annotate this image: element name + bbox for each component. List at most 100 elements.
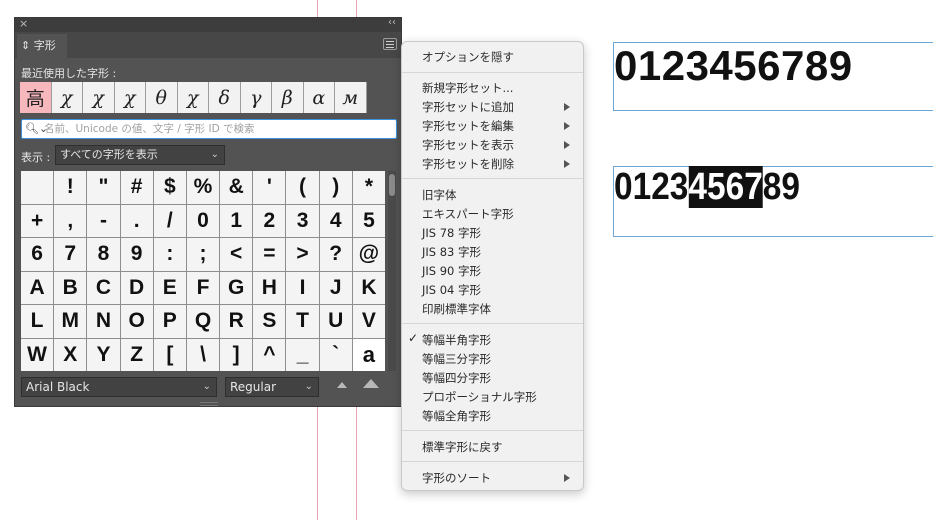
glyph-cell[interactable]: Z: [120, 338, 153, 371]
recent-glyph[interactable]: γ: [240, 82, 272, 113]
glyph-cell[interactable]: \: [186, 338, 220, 371]
text-selection[interactable]: 4567: [688, 166, 763, 208]
glyph-search-input[interactable]: [44, 120, 394, 138]
glyph-cell[interactable]: >: [286, 238, 319, 271]
menu-item-delete-set[interactable]: 字形セットを削除: [422, 156, 514, 172]
close-icon[interactable]: ×: [19, 17, 28, 30]
recent-glyph[interactable]: α: [303, 82, 335, 113]
menu-item-full-width[interactable]: 等幅全角字形: [422, 408, 491, 424]
glyph-cell[interactable]: I: [286, 271, 319, 304]
glyph-cell[interactable]: 5: [352, 204, 385, 237]
glyph-cell[interactable]: ): [319, 171, 352, 204]
menu-item-quarter-width[interactable]: 等幅四分字形: [422, 370, 491, 386]
recent-glyph[interactable]: χ: [83, 82, 115, 113]
glyph-cell[interactable]: %: [186, 171, 220, 204]
recent-glyph[interactable]: χ: [177, 82, 209, 113]
resize-grip-icon[interactable]: [200, 402, 218, 406]
glyph-cell[interactable]: [: [153, 338, 186, 371]
recent-glyph[interactable]: χ: [51, 82, 83, 113]
font-style-select[interactable]: Regular ⌄: [225, 377, 319, 397]
menu-item-jis78[interactable]: JIS 78 字形: [422, 225, 481, 241]
glyph-cell[interactable]: G: [220, 271, 253, 304]
glyph-cell[interactable]: ?: [319, 238, 352, 271]
glyph-cell[interactable]: A: [21, 271, 54, 304]
glyph-cell[interactable]: 3: [286, 204, 319, 237]
glyph-cell[interactable]: 7: [54, 238, 87, 271]
menu-item-proportional[interactable]: プロポーショナル字形: [422, 389, 537, 405]
zoom-in-icon[interactable]: [363, 379, 379, 388]
glyph-cell[interactable]: a: [352, 338, 385, 371]
glyph-cell[interactable]: 9: [120, 238, 153, 271]
glyph-cell[interactable]: 6: [21, 238, 54, 271]
glyph-cell[interactable]: ": [87, 171, 120, 204]
panel-titlebar[interactable]: × ‹‹: [15, 17, 401, 32]
menu-item-revert[interactable]: 標準字形に戻す: [422, 439, 503, 455]
glyph-cell[interactable]: /: [153, 204, 186, 237]
glyph-cell[interactable]: W: [21, 338, 54, 371]
glyph-cell[interactable]: @: [352, 238, 385, 271]
glyph-cell[interactable]: -: [87, 204, 120, 237]
recent-glyph[interactable]: м: [335, 82, 367, 113]
glyph-cell[interactable]: _: [286, 338, 319, 371]
glyph-cell[interactable]: E: [153, 271, 186, 304]
glyph-cell[interactable]: N: [87, 305, 120, 338]
glyph-cell[interactable]: T: [286, 305, 319, 338]
menu-item-view-set[interactable]: 字形セットを表示: [422, 137, 514, 153]
glyph-cell[interactable]: L: [21, 305, 54, 338]
glyph-cell[interactable]: ,: [54, 204, 87, 237]
glyph-cell[interactable]: .: [120, 204, 153, 237]
glyph-cell[interactable]: =: [253, 238, 286, 271]
menu-item-expert[interactable]: エキスパート字形: [422, 206, 514, 222]
menu-item-third-width[interactable]: 等幅三分字形: [422, 351, 491, 367]
glyph-cell[interactable]: S: [253, 305, 286, 338]
glyph-cell[interactable]: J: [319, 271, 352, 304]
glyph-cell[interactable]: (: [286, 171, 319, 204]
recent-glyph[interactable]: δ: [209, 82, 241, 113]
glyph-search-box[interactable]: 🔍︎⌄: [21, 119, 397, 139]
glyph-cell[interactable]: ;: [186, 238, 220, 271]
glyph-cell[interactable]: #: [120, 171, 153, 204]
glyph-cell[interactable]: M: [54, 305, 87, 338]
glyph-cell[interactable]: 2: [253, 204, 286, 237]
glyph-cell[interactable]: Q: [186, 305, 220, 338]
glyph-cell[interactable]: ]: [220, 338, 253, 371]
glyph-cell[interactable]: Y: [87, 338, 120, 371]
glyph-cell[interactable]: *: [352, 171, 385, 204]
glyph-cell[interactable]: B: [54, 271, 87, 304]
glyph-cell[interactable]: C: [87, 271, 120, 304]
collapse-icon[interactable]: ‹‹: [388, 17, 396, 28]
glyph-cell[interactable]: U: [319, 305, 352, 338]
glyph-cell[interactable]: <: [220, 238, 253, 271]
glyph-cell[interactable]: +: [21, 204, 54, 237]
menu-item-edit-set[interactable]: 字形セットを編集: [422, 118, 514, 134]
menu-item-add-to-set[interactable]: 字形セットに追加: [422, 99, 514, 115]
menu-item-sort[interactable]: 字形のソート: [422, 470, 491, 486]
glyph-cell[interactable]: ^: [253, 338, 286, 371]
glyph-cell[interactable]: $: [153, 171, 186, 204]
glyph-cell[interactable]: [21, 171, 54, 204]
menu-item-half-width[interactable]: 等幅半角字形: [422, 332, 491, 348]
tab-glyphs[interactable]: ⇕ 字形: [17, 34, 67, 58]
glyph-cell[interactable]: 8: [87, 238, 120, 271]
glyph-cell[interactable]: &: [220, 171, 253, 204]
glyph-cell[interactable]: P: [153, 305, 186, 338]
glyph-cell[interactable]: H: [253, 271, 286, 304]
glyph-cell[interactable]: ': [253, 171, 286, 204]
panel-menu-button[interactable]: [383, 38, 397, 50]
glyph-cell[interactable]: 1: [220, 204, 253, 237]
glyph-cell[interactable]: F: [186, 271, 220, 304]
recent-glyph[interactable]: χ: [114, 82, 146, 113]
glyph-cell[interactable]: X: [54, 338, 87, 371]
recent-glyph[interactable]: 高: [20, 82, 52, 113]
glyph-cell[interactable]: :: [153, 238, 186, 271]
menu-item-new-set[interactable]: 新規字形セット...: [422, 80, 513, 96]
menu-item-old-form[interactable]: 旧字体: [422, 187, 457, 203]
glyph-cell[interactable]: R: [220, 305, 253, 338]
glyph-cell[interactable]: 4: [319, 204, 352, 237]
menu-item-jis90[interactable]: JIS 90 字形: [422, 263, 481, 279]
glyph-grid-scrollbar[interactable]: [388, 171, 396, 371]
zoom-out-icon[interactable]: [337, 382, 347, 388]
font-family-select[interactable]: Arial Black ⌄: [21, 377, 217, 397]
menu-item-jis83[interactable]: JIS 83 字形: [422, 244, 481, 260]
glyph-cell[interactable]: !: [54, 171, 87, 204]
